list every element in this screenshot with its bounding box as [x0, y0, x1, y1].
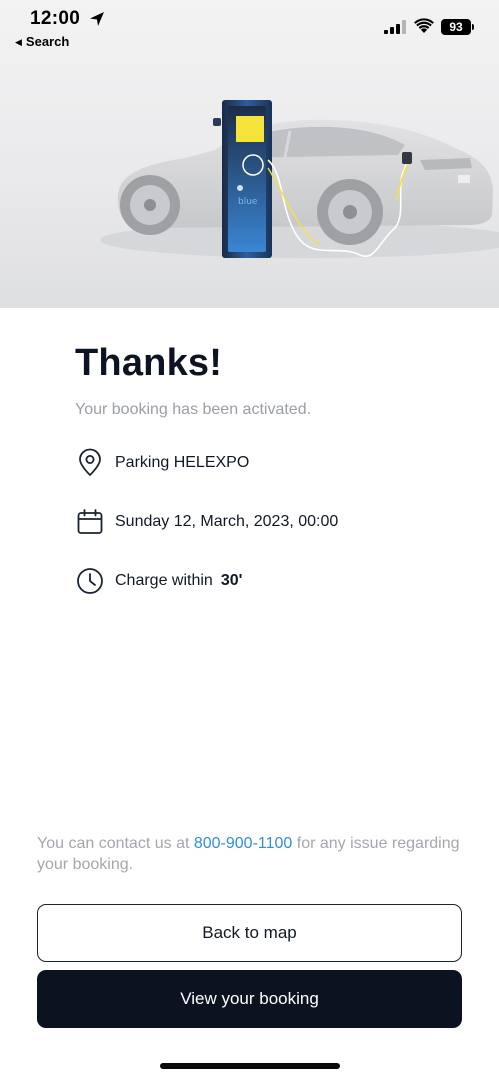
location-row: Parking HELEXPO — [75, 447, 249, 479]
back-to-search-link[interactable]: ◀ Search — [15, 34, 69, 49]
clock-icon — [77, 568, 103, 594]
contact-prefix: You can contact us at — [37, 835, 194, 852]
charge-row: Charge within 30' — [75, 565, 242, 597]
view-booking-button[interactable]: View your booking — [37, 970, 462, 1028]
back-to-map-button[interactable]: Back to map — [37, 904, 462, 962]
signal-icon — [384, 20, 406, 34]
status-bar: 12:00 ◀ Search 93 — [0, 0, 499, 56]
status-time: 12:00 — [30, 8, 81, 29]
page-title: Thanks! — [75, 342, 223, 384]
booking-subtitle: Your booking has been activated. — [75, 401, 312, 418]
battery-nub — [472, 24, 474, 30]
date-row: Sunday 12, March, 2023, 00:00 — [75, 506, 338, 538]
calendar-icon — [77, 509, 103, 534]
back-search-label: Search — [25, 34, 70, 49]
datetime-text: Sunday 12, March, 2023, 00:00 — [115, 513, 339, 530]
back-to-map-label: Back to map — [202, 923, 297, 942]
map-pin-icon — [79, 448, 101, 476]
charge-value: 30' — [220, 572, 243, 589]
location-text: Parking HELEXPO — [115, 454, 250, 471]
phone-link[interactable]: 800-900-1100 — [194, 835, 292, 852]
battery-icon: 93 — [441, 19, 471, 35]
wifi-icon — [414, 18, 434, 33]
back-triangle-icon: ◀ — [15, 37, 22, 47]
location-arrow-icon — [90, 12, 104, 26]
view-booking-label: View your booking — [180, 989, 319, 1008]
charge-label: Charge within — [115, 572, 213, 589]
home-indicator[interactable] — [160, 1063, 340, 1069]
contact-note: You can contact us at 800-900-1100 for a… — [37, 833, 467, 875]
charger-brand-text: blue — [238, 197, 258, 207]
